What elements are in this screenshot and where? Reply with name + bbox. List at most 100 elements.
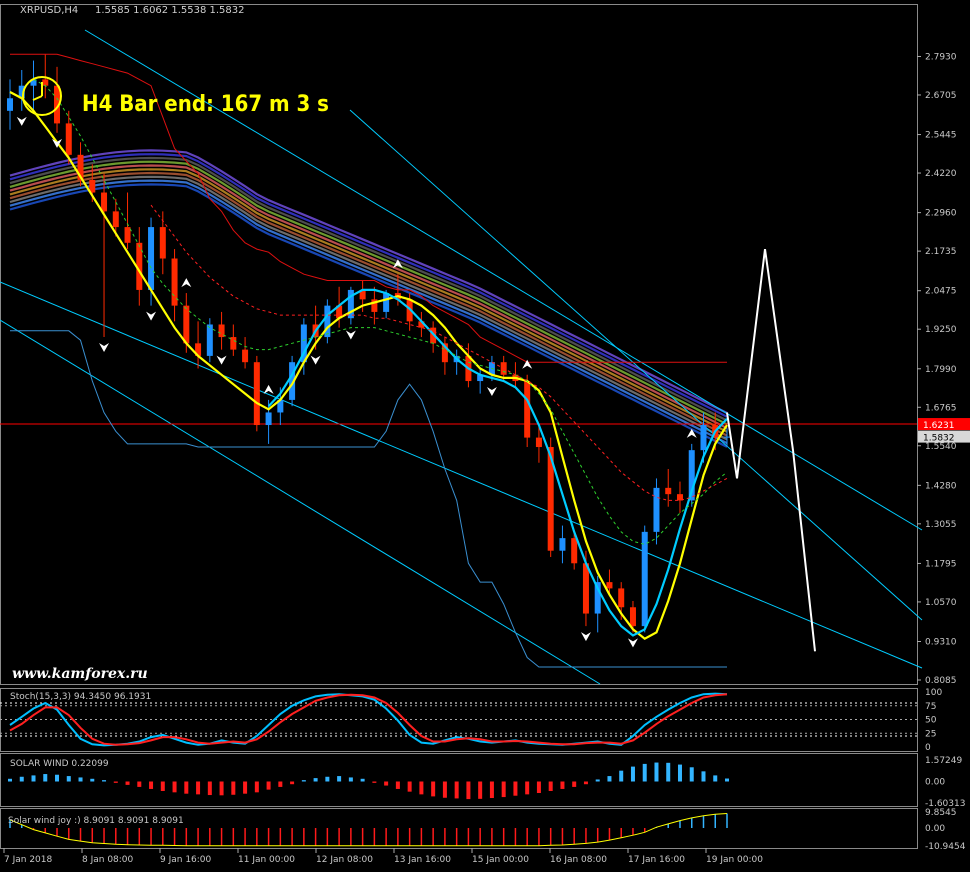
solar-wind-bar (548, 781, 553, 791)
solar-wind-bar (666, 762, 671, 782)
candle-body (535, 437, 542, 448)
solar-wind-bar (372, 781, 377, 783)
fractal-arrow (263, 384, 274, 394)
solar-wind-bar (254, 781, 259, 793)
solar-joy-tick-label: 0.00 (925, 824, 945, 834)
candle-body (324, 305, 331, 338)
fractal-arrow (181, 278, 192, 288)
x-tick-label: 15 Jan 00:00 (472, 855, 529, 865)
x-tick-label: 9 Jan 16:00 (160, 855, 212, 865)
panel-border (0, 808, 918, 849)
fractal-arrow (345, 330, 356, 340)
solar-wind-bar (278, 781, 283, 787)
solar-wind-bar (243, 781, 248, 794)
y-tick-label: 1.4280 (925, 481, 957, 491)
solar-wind-bar (325, 776, 330, 782)
solar-wind-bar (219, 781, 224, 796)
candle-body (629, 607, 636, 627)
fractal-arrow (16, 116, 27, 126)
solar-wind-bar (160, 781, 165, 791)
candle-body (148, 227, 155, 290)
y-tick-label: 1.0570 (925, 598, 957, 608)
solar-wind-bar (442, 781, 447, 798)
solar-wind-bar (513, 781, 518, 796)
y-tick-label: 1.9250 (925, 325, 957, 335)
x-tick-label: 12 Jan 08:00 (316, 855, 373, 865)
trendline (349, 109, 923, 621)
solar-wind-bar (595, 779, 600, 782)
candle-body (606, 582, 613, 589)
grid-layer (0, 4, 918, 849)
candle-body (700, 425, 707, 451)
solar-wind-bar (630, 766, 635, 782)
solar-wind-bar (360, 778, 365, 782)
candle-body (206, 324, 213, 356)
projection-zigzag (726, 248, 816, 652)
y-tick-label: 2.0475 (925, 287, 957, 297)
trendlines-layer (0, 29, 923, 685)
x-tick-label: 11 Jan 00:00 (238, 855, 295, 865)
candle-body (524, 381, 531, 438)
sub-panels-layer: 10075502501.572490.00-1.603139.85450.00-… (0, 688, 966, 852)
y-tick-label: 1.3055 (925, 520, 957, 530)
solar-wind-bar (348, 777, 353, 782)
candle-body (665, 487, 672, 495)
candle-body (724, 436, 730, 438)
fractal-arrow (310, 355, 321, 365)
solar-wind-bar (478, 781, 483, 799)
stoch-tick-label: 75 (925, 702, 936, 712)
solar-wind-bar (583, 781, 588, 785)
x-tick-label: 17 Jan 16:00 (628, 855, 685, 865)
y-tick-label: 2.2960 (925, 209, 957, 219)
chart-canvas: 10075502501.572490.00-1.603139.85450.00-… (0, 4, 970, 865)
candle-body (641, 531, 648, 627)
candle-body (124, 227, 131, 243)
solar-wind-bar (207, 781, 212, 796)
candle-body (183, 305, 190, 344)
x-tick-label: 8 Jan 08:00 (82, 855, 134, 865)
series-layer (9, 53, 816, 668)
solar-wind-bar (125, 781, 130, 785)
bar-end-timer: H4 Bar end: 167 m 3 s (82, 92, 329, 117)
candle-body (559, 538, 566, 551)
y-tick-label: 1.1795 (925, 559, 957, 569)
candle-body (42, 79, 49, 86)
y-tick-label: 2.4220 (925, 169, 957, 179)
y-tick-label: 0.8085 (925, 676, 957, 686)
solar-wind-bar (431, 781, 436, 797)
panel-border (0, 753, 918, 807)
x-tick-label: 13 Jan 16:00 (394, 855, 451, 865)
indicator-line (150, 204, 728, 501)
solar-wind-bar (395, 781, 400, 789)
y-tick-label: 1.6765 (925, 403, 957, 413)
ohlc-readout: 1.5585 1.6062 1.5538 1.5832 (95, 5, 245, 16)
fractal-arrow (580, 632, 591, 642)
solar-wind-bar (55, 774, 60, 782)
candles-layer (7, 54, 730, 633)
solar-wind-bar (90, 778, 95, 782)
solar-wind-bar (172, 781, 177, 793)
fractal-arrow (146, 311, 157, 321)
solar-wind-bar (654, 762, 659, 782)
solar-joy-tick-label: -10.9454 (925, 842, 966, 852)
indicator-line (33, 78, 728, 545)
stoch-title: Stoch(15,3,3) 94.3450 96.1931 (10, 692, 151, 702)
solar-wind-bar (301, 780, 306, 782)
candle-body (265, 412, 272, 426)
fractal-arrow (486, 387, 497, 397)
fractal-arrow (216, 355, 227, 365)
y-tick-label: 0.9310 (925, 638, 957, 648)
solar-wind-bar (31, 775, 36, 782)
trendline (0, 281, 923, 669)
solar-wind-bar (384, 781, 389, 786)
solar-wind-bar (701, 771, 706, 782)
x-tick-label: 19 Jan 00:00 (706, 855, 763, 865)
candle-body (618, 588, 625, 608)
solar-wind-bar (313, 778, 318, 782)
candle-body (571, 538, 578, 564)
solar-wind-bar (149, 781, 154, 789)
solar-wind-bar (501, 781, 506, 798)
indicator-line (267, 288, 728, 637)
solar-wind-bar (78, 777, 83, 782)
candle-body (242, 349, 249, 363)
